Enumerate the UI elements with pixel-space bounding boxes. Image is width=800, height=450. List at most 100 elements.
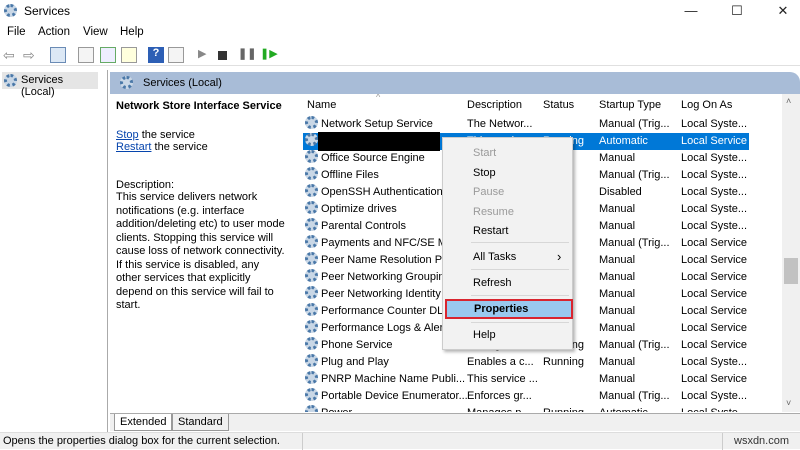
service-gear-icon xyxy=(305,354,318,367)
menu-item-all-tasks[interactable]: All Tasks xyxy=(473,251,516,263)
close-button[interactable]: ✕ xyxy=(760,0,800,22)
service-gear-icon xyxy=(305,150,318,163)
service-gear-icon xyxy=(305,116,318,129)
start-service-icon[interactable]: ▶ xyxy=(198,47,214,63)
column-header-startup-type[interactable]: Startup Type xyxy=(599,99,661,111)
service-name: Peer Networking Identity xyxy=(321,288,441,300)
service-name: Office Source Engine xyxy=(321,152,425,164)
menu-item-start[interactable]: Start xyxy=(473,147,496,159)
restart-service-icon[interactable]: ❚▶ xyxy=(260,47,278,63)
service-log-on-as: Local Syste... xyxy=(681,169,748,181)
service-status: Running xyxy=(543,405,584,412)
service-log-on-as: Local Syste... xyxy=(681,118,748,130)
column-header-log-on-as[interactable]: Log On As xyxy=(681,99,732,111)
service-startup-type: Manual (Trig... xyxy=(599,339,670,351)
show-hide-console-tree-icon[interactable] xyxy=(50,47,66,63)
service-startup-type: Manual xyxy=(599,373,636,385)
help-icon[interactable]: ? xyxy=(148,47,164,63)
sort-ascending-icon: ^ xyxy=(376,94,381,102)
service-gear-icon xyxy=(305,405,318,412)
service-startup-type: Manual (Trig... xyxy=(599,237,670,249)
column-header-status[interactable]: Status xyxy=(543,99,574,111)
scroll-down-icon[interactable]: ˅ xyxy=(786,398,791,408)
service-description: This service ... xyxy=(467,373,538,385)
tab-extended[interactable]: Extended xyxy=(114,414,173,431)
menu-item-properties[interactable]: Properties xyxy=(445,299,573,319)
service-row[interactable]: Power Manages p... Running Automatic Local S… xyxy=(303,405,749,412)
pause-service-icon[interactable]: ❚❚ xyxy=(238,47,256,63)
menu-item-stop[interactable]: Stop xyxy=(473,167,496,179)
restart-service-link[interactable]: Restart xyxy=(116,141,151,153)
status-divider xyxy=(302,433,303,450)
service-description: The Networ... xyxy=(467,118,533,130)
service-name: Portable Device Enumerator... xyxy=(321,390,468,402)
column-header-name[interactable]: Name xyxy=(307,99,336,111)
service-startup-type: Manual xyxy=(599,356,636,368)
stop-service-link[interactable]: Stop xyxy=(116,129,139,141)
refresh-icon[interactable] xyxy=(100,47,116,63)
service-status: Running xyxy=(543,356,584,368)
service-gear-icon xyxy=(305,286,318,299)
forward-arrow-icon[interactable]: ⇨ xyxy=(23,47,39,63)
minimize-button[interactable]: — xyxy=(668,0,714,22)
service-description: Enables a c... xyxy=(467,356,534,368)
service-startup-type: Manual xyxy=(599,322,636,334)
watermark: wsxdn.com xyxy=(734,435,790,447)
services-gear-icon xyxy=(4,4,17,17)
scrollbar-thumb[interactable] xyxy=(784,258,798,284)
menu-item-pause[interactable]: Pause xyxy=(473,186,504,198)
service-gear-icon xyxy=(305,184,318,197)
pane-title: Services (Local) xyxy=(143,77,222,89)
service-startup-type: Automatic xyxy=(599,135,648,147)
menu-view[interactable]: View xyxy=(83,26,108,38)
service-log-on-as: Local Service xyxy=(681,135,748,147)
submenu-arrow-icon: › xyxy=(557,249,562,264)
maximize-button[interactable]: ☐ xyxy=(714,0,760,22)
service-row[interactable]: PNRP Machine Name Publi... This service .… xyxy=(303,371,749,388)
service-row[interactable]: Network Setup Service The Networ... Manual… xyxy=(303,116,749,133)
service-row[interactable]: Plug and Play Enables a c... Running Manual… xyxy=(303,354,749,371)
service-startup-type: Manual xyxy=(599,271,636,283)
vertical-scrollbar[interactable]: ˄ ˅ xyxy=(782,94,800,412)
tab-standard[interactable]: Standard xyxy=(172,414,229,431)
back-arrow-icon[interactable]: ⇦ xyxy=(3,47,19,63)
menu-item-resume[interactable]: Resume xyxy=(473,206,514,218)
service-row[interactable]: Portable Device Enumerator... Enforces gr… xyxy=(303,388,749,405)
menu-item-refresh[interactable]: Refresh xyxy=(473,277,512,289)
service-name: Parental Controls xyxy=(321,220,406,232)
scroll-up-icon[interactable]: ˄ xyxy=(786,96,791,106)
service-gear-icon xyxy=(305,388,318,401)
show-action-pane-icon[interactable] xyxy=(168,47,184,63)
service-startup-type: Manual (Trig... xyxy=(599,118,670,130)
tree-item-label: Services (Local) xyxy=(21,74,64,98)
service-gear-icon xyxy=(305,371,318,384)
service-gear-icon xyxy=(305,320,318,333)
service-startup-type: Manual (Trig... xyxy=(599,169,670,181)
context-menu: Start Stop Pause Resume Restart All Task… xyxy=(442,137,573,350)
menu-separator xyxy=(471,322,569,323)
service-log-on-as: Local Syste... xyxy=(681,152,748,164)
service-log-on-as: Local Syste... xyxy=(681,203,748,215)
service-log-on-as: Local Syste... xyxy=(681,356,748,368)
service-gear-icon xyxy=(305,337,318,350)
menu-file[interactable]: File xyxy=(7,26,26,38)
service-log-on-as: Local Service xyxy=(681,339,748,351)
menu-bar: File Action View Help xyxy=(0,24,800,42)
service-startup-type: Manual (Trig... xyxy=(599,390,670,402)
export-list-icon[interactable] xyxy=(121,47,137,63)
stop-service-icon[interactable] xyxy=(218,51,227,60)
service-startup-type: Automatic xyxy=(599,405,648,412)
status-bar: Opens the properties dialog box for the … xyxy=(0,432,800,450)
service-startup-type: Manual xyxy=(599,254,636,266)
menu-action[interactable]: Action xyxy=(38,26,70,38)
service-log-on-as: Local Syste... xyxy=(681,390,748,402)
properties-icon[interactable] xyxy=(78,47,94,63)
service-gear-icon xyxy=(305,235,318,248)
title-bar: Services — ☐ ✕ xyxy=(0,0,800,22)
column-header-description[interactable]: Description xyxy=(467,99,522,111)
menu-help[interactable]: Help xyxy=(120,26,144,38)
menu-item-help[interactable]: Help xyxy=(473,329,496,341)
tree-item-services-local[interactable]: Services (Local) xyxy=(2,72,98,98)
console-tree: Services (Local) xyxy=(0,70,108,432)
menu-item-restart[interactable]: Restart xyxy=(473,225,508,237)
